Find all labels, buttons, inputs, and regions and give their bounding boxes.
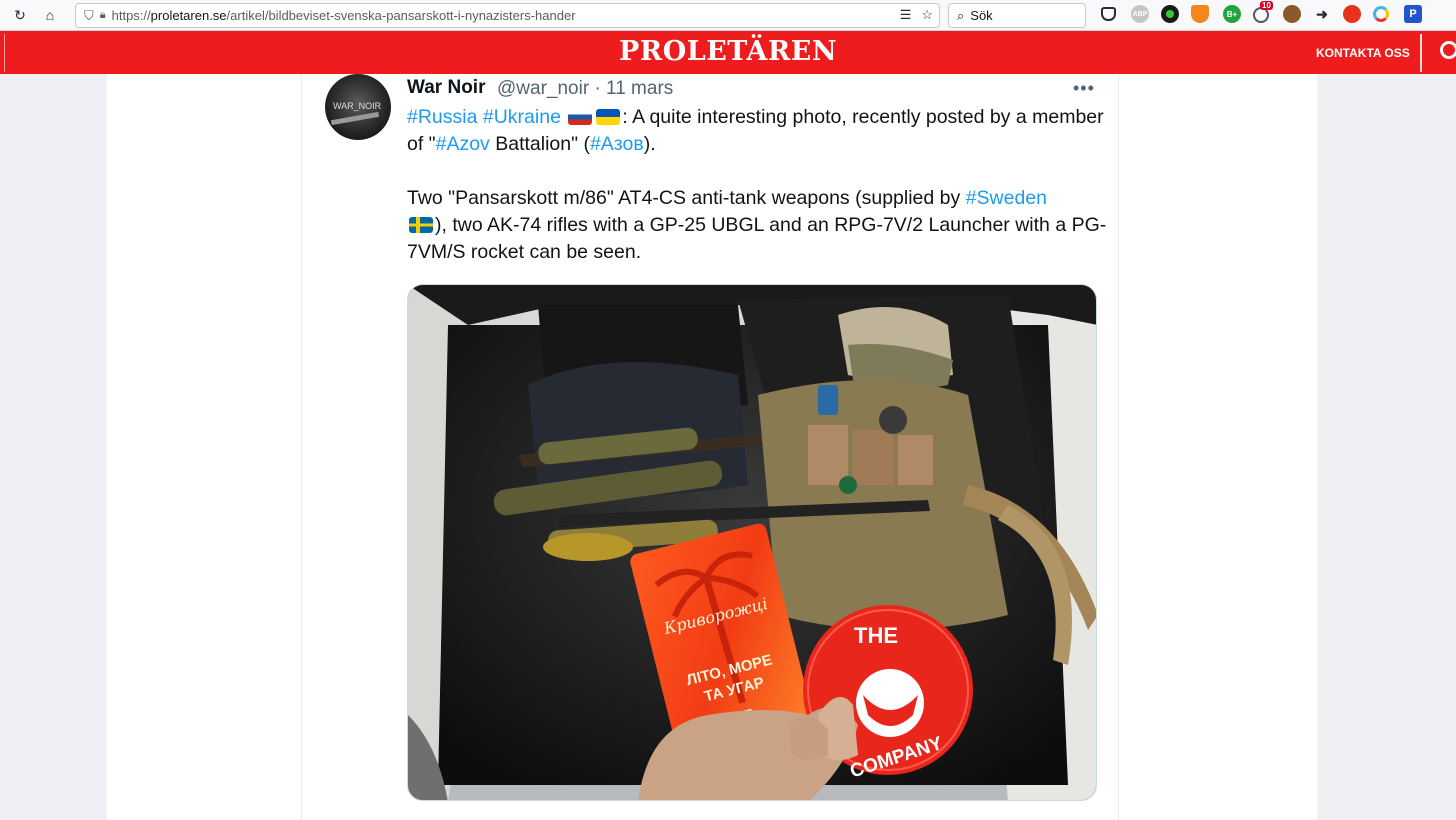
reader-view-icon[interactable]: ☰ <box>900 7 912 23</box>
search-icon: ⌕ <box>957 7 965 23</box>
more-options-icon[interactable]: ••• <box>1073 78 1095 99</box>
hashtag-ukraine[interactable]: #Ukraine <box>483 106 561 128</box>
tweet-text-segment-5: ), two AK-74 rifles with a GP-25 UBGL an… <box>407 214 1107 263</box>
shield-icon[interactable]: ⛉ <box>84 8 94 24</box>
browser-toolbar: ↻ ⌂ ⛉ 🔒︎ https://proletaren.se/artikel/b… <box>0 0 1456 31</box>
extension-b-icon[interactable]: B+ <box>1223 5 1241 23</box>
avatar[interactable]: WAR_NOIR <box>325 74 391 140</box>
url-domain: proletaren.se <box>150 8 227 23</box>
hashtag-azov[interactable]: #Azov <box>436 133 490 155</box>
hashtag-sweden[interactable]: #Sweden <box>966 187 1047 209</box>
url-bar[interactable]: ⛉ 🔒︎ https://proletaren.se/artikel/bildb… <box>75 3 940 28</box>
pocket-icon[interactable] <box>1101 7 1116 21</box>
url-prefix: https:// <box>111 8 151 23</box>
tweet-text-segment-2: Battalion" ( <box>489 133 590 155</box>
extension-green-icon[interactable] <box>1161 5 1179 23</box>
avatar-rifle-shape <box>330 111 380 126</box>
extension-p-icon[interactable]: P <box>1404 5 1422 23</box>
handle-text: @war_noir <box>497 78 590 99</box>
tweet-date[interactable]: · 11 mars <box>594 78 673 99</box>
tweet-author-handle[interactable]: @war_noir · 11 mars <box>497 78 673 100</box>
cookie-icon[interactable] <box>1283 5 1301 23</box>
site-search-icon[interactable] <box>1440 41 1456 59</box>
bookmark-star-icon[interactable]: ☆ <box>921 7 933 23</box>
extension-badge-count: 10 <box>1260 1 1273 10</box>
tweet-photo[interactable]: Криворожці ЛІТО, МОРЕ ТА УГАР K THE COMP… <box>407 284 1097 801</box>
search-bar[interactable]: ⌕ Sök <box>948 3 1086 28</box>
extension-badge-icon[interactable]: 10 <box>1253 1 1273 23</box>
tweet-photo-illustration: Криворожці ЛІТО, МОРЕ ТА УГАР K THE COMP… <box>408 285 1096 800</box>
reload-icon[interactable]: ↻ <box>9 4 31 26</box>
adblock-icon[interactable]: ABP <box>1131 5 1149 23</box>
search-placeholder: Sök <box>970 8 993 23</box>
ukraine-flag-icon <box>596 109 621 125</box>
tweet-text: #Russia #Ukraine : A quite interesting p… <box>407 104 1107 266</box>
home-icon[interactable]: ⌂ <box>39 4 61 26</box>
extension-red-icon[interactable] <box>1343 5 1361 23</box>
arrow-right-icon[interactable]: ➜ <box>1313 5 1331 23</box>
hashtag-russia[interactable]: #Russia <box>407 106 477 128</box>
site-header: PROLETÄREN KONTAKTA OSS <box>0 31 1456 74</box>
sticker-text-top: THE <box>854 623 898 648</box>
sweden-flag-icon <box>409 217 433 233</box>
url-path: /artikel/bildbeviset-svenska-pansarskott… <box>226 8 576 23</box>
avatar-text: WAR_NOIR <box>333 101 382 111</box>
tweet-author-name[interactable]: War Noir <box>407 77 485 99</box>
site-logo[interactable]: PROLETÄREN <box>0 36 1456 67</box>
russia-flag-icon <box>568 109 593 125</box>
extension-rainbow-icon[interactable] <box>1373 6 1389 22</box>
contact-link[interactable]: KONTAKTA OSS <box>1316 46 1410 60</box>
lock-icon[interactable]: 🔒︎ <box>100 9 106 22</box>
metamask-fox-icon[interactable] <box>1191 5 1209 23</box>
tweet-text-segment-3: ). <box>643 133 656 155</box>
hashtag-azov-cyrillic[interactable]: #Азов <box>590 133 644 155</box>
tweet-text-segment-4: Two "Pansarskott m/86" AT4-CS anti-tank … <box>407 187 966 209</box>
header-divider <box>1420 34 1422 72</box>
